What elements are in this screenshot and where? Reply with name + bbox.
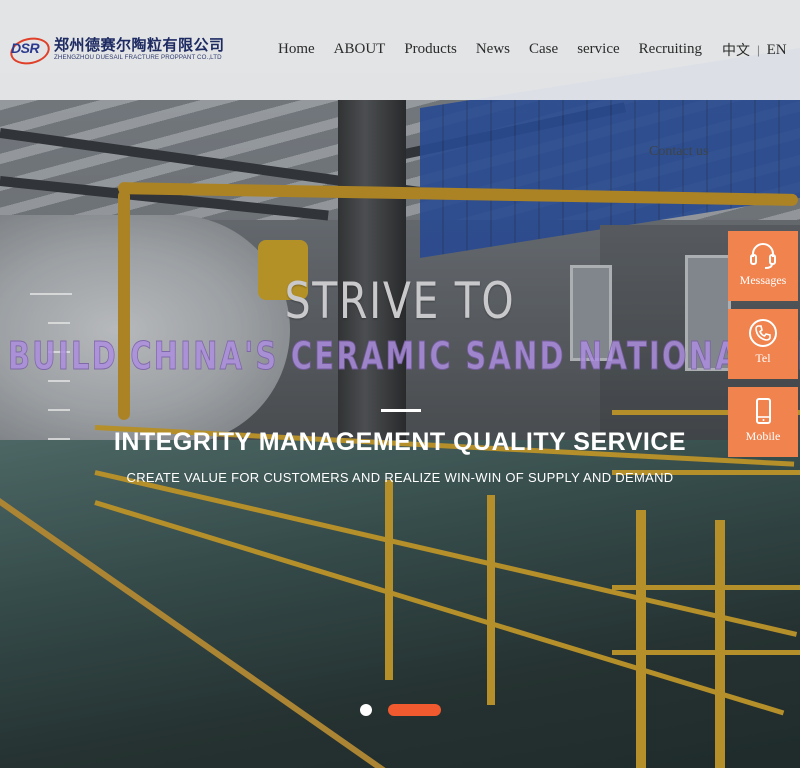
lang-english[interactable]: EN <box>767 42 787 59</box>
tel-label: Tel <box>755 351 771 365</box>
site-header: DSR 郑州德赛尔陶粒有限公司 ZHENGZHOU DUESAIL FRACTU… <box>0 0 800 100</box>
title-underline <box>381 409 421 412</box>
tel-button[interactable]: Tel <box>728 309 798 379</box>
lang-separator: | <box>757 42 760 57</box>
messages-label: Messages <box>739 273 787 287</box>
hero-slogan: INTEGRITY MANAGEMENT QUALITY SERVICE <box>113 428 687 456</box>
mobile-label: Mobile <box>745 429 781 443</box>
logo-mark-text: DSR <box>11 40 40 56</box>
decor-line <box>48 380 70 382</box>
nav-about[interactable]: ABOUT <box>334 41 386 58</box>
company-logo[interactable]: DSR 郑州德赛尔陶粒有限公司 ZHENGZHOU DUESAIL FRACTU… <box>7 34 225 68</box>
nav-products[interactable]: Products <box>404 41 457 58</box>
logo-text: 郑州德赛尔陶粒有限公司 ZHENGZHOU DUESAIL FRACTURE P… <box>54 35 225 62</box>
mobile-button[interactable]: Mobile <box>728 387 798 457</box>
hero-sub-slogan: CREATE VALUE FOR CUSTOMERS AND REALIZE W… <box>126 470 674 485</box>
mobile-icon <box>756 398 771 424</box>
hero-overlay <box>0 0 800 768</box>
decor-line <box>48 322 70 324</box>
decor-line <box>48 409 70 411</box>
hero-title-line2: BUILD CHINA'S CERAMIC SAND NATIONAL BR <box>8 334 800 379</box>
decor-line <box>30 293 72 295</box>
company-name-en: ZHENGZHOU DUESAIL FRACTURE PROPPANT CO.,… <box>54 53 222 61</box>
phone-icon <box>749 319 777 347</box>
main-nav: Home ABOUT Products News Case service Re… <box>278 41 721 58</box>
lang-chinese[interactable]: 中文 <box>722 40 750 60</box>
logo-mark: DSR <box>7 34 53 68</box>
hero-banner-image <box>0 0 800 768</box>
carousel-dot-2-active[interactable] <box>388 704 441 716</box>
nav-news[interactable]: News <box>476 41 510 58</box>
nav-recruiting[interactable]: Recruiting <box>639 41 702 58</box>
contact-us-link[interactable]: Contact us <box>649 144 709 160</box>
nav-home[interactable]: Home <box>278 41 315 58</box>
hero-title-line1: STRIVE TO <box>284 272 516 330</box>
company-name-cn: 郑州德赛尔陶粒有限公司 <box>54 35 225 54</box>
nav-service[interactable]: service <box>577 41 619 58</box>
nav-case[interactable]: Case <box>529 41 558 58</box>
headset-icon <box>750 243 776 269</box>
language-switcher: 中文 | EN <box>722 40 787 60</box>
carousel-dot-1[interactable] <box>360 704 372 716</box>
messages-button[interactable]: Messages <box>728 231 798 301</box>
